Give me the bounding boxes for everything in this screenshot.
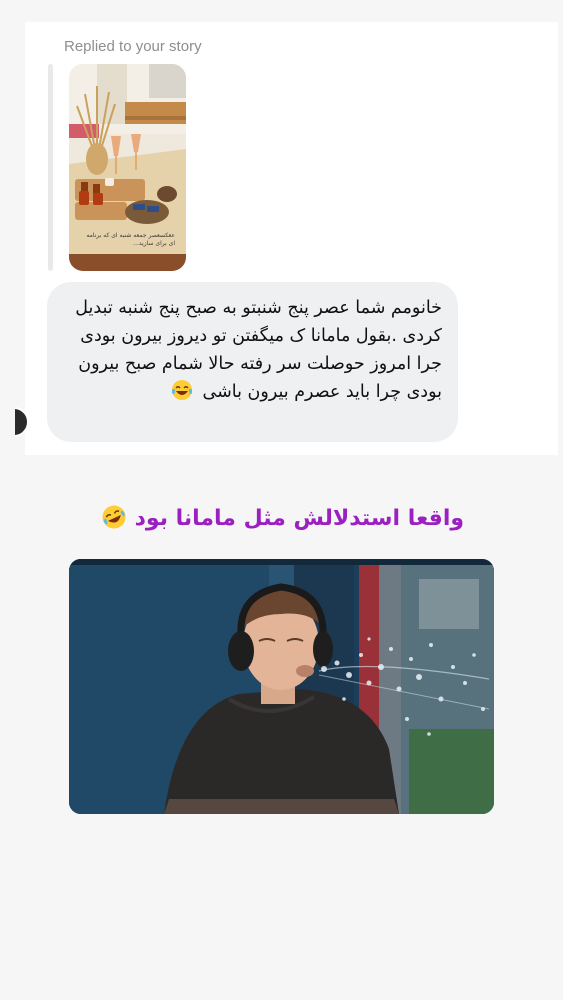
meme-image[interactable] (69, 559, 494, 814)
story-thumbnail[interactable]: ععکسعصر جمعه شنبه ای که برنامه ای برای س… (69, 64, 186, 271)
reply-quote-bar (48, 64, 53, 271)
rolling-laughing-emoji-icon (102, 505, 126, 529)
replied-to-story-label: Replied to your story (64, 38, 202, 55)
message-bubble[interactable]: خانومم شما عصر پنج شنبتو به صبح پنج شنبه… (47, 282, 458, 442)
avatar-image (15, 407, 29, 437)
story-caption-text: ععکسعصر جمعه شنبه ای که برنامه ای برای س… (86, 232, 175, 247)
caption-text: واقعا استدلالش مثل مامانا بود (134, 506, 465, 531)
tears-of-joy-emoji-icon (171, 380, 192, 400)
story-reply-screenshot: Replied to your story ععکسعصر جمعه شنبه … (0, 0, 563, 1000)
sender-avatar[interactable] (15, 407, 33, 437)
message-text-block: خانومم شما عصر پنج شنبتو به صبح پنج شنبه… (65, 294, 442, 406)
dm-conversation-panel: Replied to your story ععکسعصر جمعه شنبه … (15, 22, 558, 455)
story-caption-overlay: واقعا استدلالش مثل مامانا بود (60, 502, 503, 536)
message-text: خانومم شما عصر پنج شنبتو به صبح پنج شنبه… (75, 298, 442, 402)
meme-photo (69, 559, 494, 814)
